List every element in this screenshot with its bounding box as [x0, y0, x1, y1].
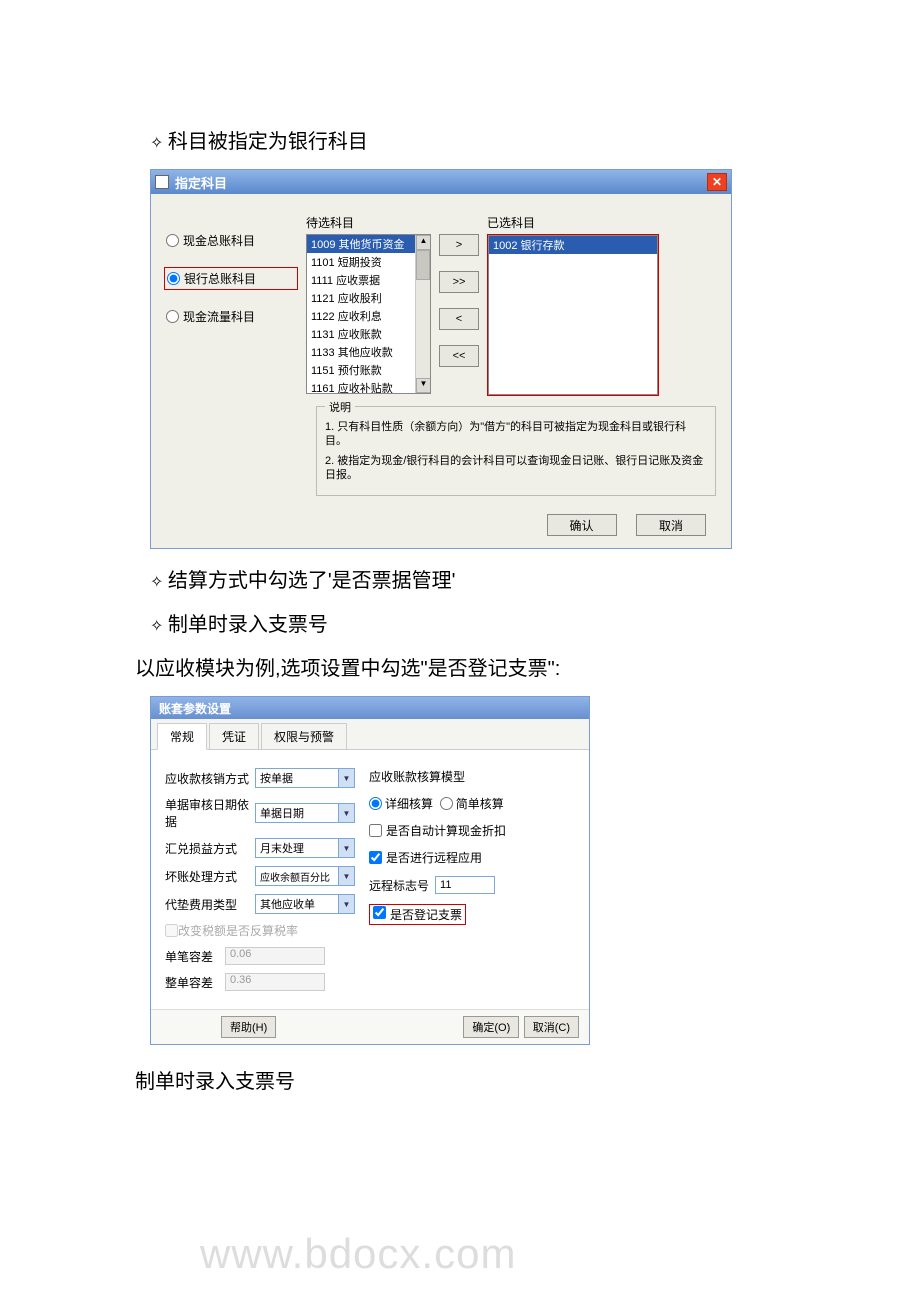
para-2: 制单时录入支票号: [135, 1065, 920, 1094]
label-ar-model: 应收账款核算模型: [369, 768, 506, 785]
check-remote[interactable]: [369, 851, 382, 864]
dialog-title: 指定科目: [175, 173, 227, 192]
label-total-tolerance: 整单容差: [165, 974, 225, 991]
tab-permission[interactable]: 权限与预警: [261, 723, 347, 749]
list-item[interactable]: 1111 应收票据: [307, 271, 430, 289]
combo-baddebt[interactable]: 应收余额百分比▼: [255, 866, 355, 886]
label-taxrate: 改变税额是否反算税率: [178, 922, 298, 939]
input-total-tolerance: 0.36: [225, 973, 325, 991]
list-item[interactable]: 1161 应收补贴款: [307, 379, 430, 394]
scrollbar-thumb[interactable]: [416, 250, 430, 280]
bullet-3: ✧ 制单时录入支票号: [150, 608, 920, 637]
list-item[interactable]: 1002 银行存款: [489, 236, 657, 254]
selected-label: 已选科目: [487, 214, 659, 231]
move-right-button[interactable]: >: [439, 234, 479, 256]
watermark: www.bdocx.com: [200, 1230, 516, 1278]
titlebar: 指定科目 ✕: [151, 170, 731, 194]
radio-detailed[interactable]: [369, 797, 382, 810]
chevron-down-icon: ▼: [338, 839, 354, 857]
selected-listbox[interactable]: 1002 银行存款: [488, 235, 658, 395]
label-auditdate: 单据审核日期依据: [165, 796, 255, 830]
bullet-2: ✧ 结算方式中勾选了'是否票据管理': [150, 564, 920, 593]
combo-advance[interactable]: 其他应收单▼: [255, 894, 355, 914]
list-item[interactable]: 1133 其他应收款: [307, 343, 430, 361]
list-item[interactable]: 1121 应收股利: [307, 289, 430, 307]
app-icon: [155, 175, 169, 189]
check-auto-discount[interactable]: [369, 824, 382, 837]
scrollbar[interactable]: ▲ ▼: [415, 235, 430, 393]
label-remote-id: 远程标志号: [369, 877, 429, 894]
description-box: 说明 1. 只有科目性质（余额方向）为"借方"的科目可被指定为现金科目或银行科目…: [316, 406, 716, 496]
chevron-down-icon: ▼: [338, 867, 354, 885]
chevron-down-icon: ▼: [338, 769, 354, 787]
list-item[interactable]: 1009 其他货币资金: [307, 235, 430, 253]
move-left-button[interactable]: <: [439, 308, 479, 330]
scroll-up-icon[interactable]: ▲: [416, 235, 431, 250]
ok-button[interactable]: 确认: [547, 514, 617, 536]
move-all-left-button[interactable]: <<: [439, 345, 479, 367]
combo-writeoff[interactable]: 按单据▼: [255, 768, 355, 788]
pending-listbox[interactable]: 1009 其他货币资金1101 短期投资1111 应收票据1121 应收股利11…: [306, 234, 431, 394]
dialog-account-settings: 账套参数设置 常规 凭证 权限与预警 应收款核销方式按单据▼ 单据审核日期依据单…: [150, 696, 590, 1045]
desc-line-1: 1. 只有科目性质（余额方向）为"借方"的科目可被指定为现金科目或银行科目。: [325, 420, 707, 449]
tab-voucher[interactable]: 凭证: [209, 723, 259, 749]
dialog-assign-subject: 指定科目 ✕ 现金总账科目 银行总账科目 现金流量科目 待选科目 1009 其他…: [150, 169, 732, 549]
desc-line-2: 2. 被指定为现金/银行科目的会计科目可以查询现金日记账、银行日记账及资金日报。: [325, 454, 707, 483]
ok-button[interactable]: 确定(O): [463, 1016, 519, 1038]
label-writeoff: 应收款核销方式: [165, 770, 255, 787]
pending-label: 待选科目: [306, 214, 431, 231]
scroll-down-icon[interactable]: ▼: [416, 378, 431, 393]
para-1: 以应收模块为例,选项设置中勾选"是否登记支票":: [135, 652, 920, 681]
list-item[interactable]: 1101 短期投资: [307, 253, 430, 271]
chevron-down-icon: ▼: [338, 804, 354, 822]
combo-exchange[interactable]: 月末处理▼: [255, 838, 355, 858]
label-single-tolerance: 单笔容差: [165, 948, 225, 965]
radio-flow[interactable]: 现金流量科目: [166, 308, 296, 325]
label-baddebt: 坏账处理方式: [165, 868, 255, 885]
label-exchange: 汇兑损益方式: [165, 840, 255, 857]
list-item[interactable]: 1122 应收利息: [307, 307, 430, 325]
list-item[interactable]: 1151 预付账款: [307, 361, 430, 379]
input-single-tolerance: 0.06: [225, 947, 325, 965]
chevron-down-icon: ▼: [338, 895, 354, 913]
move-all-right-button[interactable]: >>: [439, 271, 479, 293]
radio-bank[interactable]: 银行总账科目: [164, 267, 298, 290]
radio-cash[interactable]: 现金总账科目: [166, 232, 296, 249]
radio-simple[interactable]: [440, 797, 453, 810]
input-remote-id[interactable]: [435, 876, 495, 894]
close-button[interactable]: ✕: [707, 173, 727, 191]
check-register-check[interactable]: [373, 906, 386, 919]
help-button[interactable]: 帮助(H): [221, 1016, 276, 1038]
cancel-button[interactable]: 取消(C): [524, 1016, 579, 1038]
titlebar: 账套参数设置: [151, 697, 589, 719]
tab-bar: 常规 凭证 权限与预警: [151, 719, 589, 750]
cancel-button[interactable]: 取消: [636, 514, 706, 536]
combo-auditdate[interactable]: 单据日期▼: [255, 803, 355, 823]
bullet-1: ✧ 科目被指定为银行科目: [150, 125, 920, 154]
desc-title: 说明: [325, 399, 355, 415]
check-taxrate: [165, 924, 178, 937]
label-advance: 代垫费用类型: [165, 896, 255, 913]
list-item[interactable]: 1131 应收账款: [307, 325, 430, 343]
tab-general[interactable]: 常规: [157, 723, 207, 750]
dialog-title: 账套参数设置: [159, 702, 231, 716]
